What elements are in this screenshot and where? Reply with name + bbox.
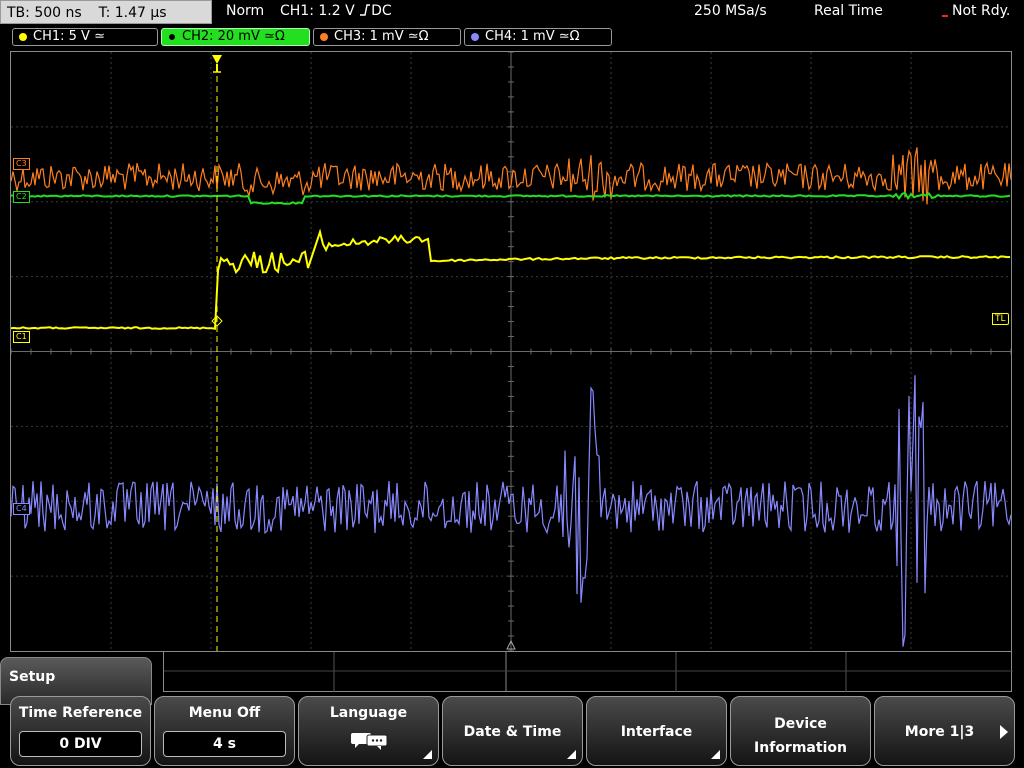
submenu-indicator-icon — [423, 750, 432, 759]
ch1-dot-icon — [19, 33, 27, 41]
coupling-ac-icon: ≃ — [94, 29, 105, 44]
tab-ch4[interactable]: CH4: 1 mV ≃Ω — [464, 28, 612, 46]
acquisition-status: Not Rdy. — [941, 3, 1011, 19]
zoom-strip — [163, 652, 1013, 692]
interface-button[interactable]: Interface — [586, 696, 727, 766]
trigger-source-label: CH1: 1.2 V — [280, 3, 355, 19]
tab-ch1[interactable]: CH1: 5 V ≃ — [12, 28, 158, 46]
submenu-indicator-icon — [567, 750, 576, 759]
trigger-level-marker[interactable]: TL — [992, 313, 1009, 325]
coupling-50ohm-icon: ≃Ω — [558, 29, 580, 44]
timebase-readout[interactable]: TB: 500 ns T: 1.47 µs — [0, 0, 212, 24]
waveform-canvas — [11, 52, 1011, 651]
submenu-indicator-icon — [711, 750, 720, 759]
time-reference-value: 0 DIV — [19, 731, 142, 757]
trigger-source[interactable]: CH1: 1.2 V DC — [280, 3, 392, 19]
more-label: More 1|3 — [904, 724, 975, 740]
next-page-arrow-icon — [1000, 725, 1008, 739]
tab-ch2[interactable]: CH2: 20 mV ≃Ω — [161, 28, 310, 46]
device-information-line1: Device — [774, 716, 827, 732]
menu-off-button[interactable]: Menu Off 4 s — [154, 696, 295, 766]
waveform-display[interactable]: C1 C2 C3 C4 TL — [10, 51, 1012, 652]
acquisition-mode: Real Time — [814, 3, 883, 19]
date-time-button[interactable]: Date & Time — [442, 696, 583, 766]
tab-ch3-label: CH3: 1 mV — [334, 29, 404, 44]
trigger-coupling: DC — [371, 3, 392, 19]
graticule — [11, 52, 1011, 651]
trigger-mode[interactable]: Norm — [226, 3, 264, 19]
ch4-dot-icon — [471, 33, 479, 41]
speech-bubbles-icon — [350, 733, 387, 750]
timebase-value: TB: 500 ns — [7, 5, 82, 21]
menu-title-label: Setup — [9, 669, 56, 685]
coupling-50ohm-icon: ≃Ω — [264, 29, 285, 44]
menu-off-value: 4 s — [163, 731, 286, 757]
rising-edge-icon — [360, 4, 371, 16]
interface-label: Interface — [620, 724, 693, 740]
tab-ch1-label: CH1: 5 V — [33, 29, 90, 44]
ch1-offset-marker[interactable]: C1 — [13, 331, 30, 343]
more-button[interactable]: More 1|3 — [874, 696, 1015, 766]
language-label: Language — [329, 705, 408, 721]
device-information-button[interactable]: Device Information — [730, 696, 871, 766]
ch3-dot-icon — [320, 33, 328, 41]
device-information-label: Device Information — [731, 712, 870, 760]
tab-ch2-label: CH2: 20 mV — [182, 29, 260, 44]
time-reference-button[interactable]: Time Reference 0 DIV — [10, 696, 151, 766]
ch2-offset-marker[interactable]: C2 — [13, 191, 30, 203]
coupling-50ohm-icon: ≃Ω — [407, 29, 429, 44]
time-reference-label: Time Reference — [18, 705, 143, 721]
menu-off-label: Menu Off — [188, 705, 261, 721]
trigger-time-value: T: 1.47 µs — [98, 5, 167, 21]
tab-ch4-label: CH4: 1 mV — [485, 29, 555, 44]
ch4-offset-marker[interactable]: C4 — [13, 503, 30, 515]
date-time-label: Date & Time — [463, 724, 562, 740]
ch3-offset-marker[interactable]: C3 — [13, 158, 30, 170]
ch2-dot-icon — [168, 33, 176, 41]
tab-ch3[interactable]: CH3: 1 mV ≃Ω — [313, 28, 461, 46]
device-information-line2: Information — [754, 740, 847, 756]
sample-rate: 250 MSa/s — [694, 3, 767, 19]
trigger-position-marker[interactable] — [211, 55, 223, 651]
status-bar: TB: 500 ns T: 1.47 µs Norm CH1: 1.2 V DC… — [0, 0, 1024, 26]
language-button[interactable]: Language — [298, 696, 439, 766]
zoom-strip-grid — [164, 652, 1013, 692]
